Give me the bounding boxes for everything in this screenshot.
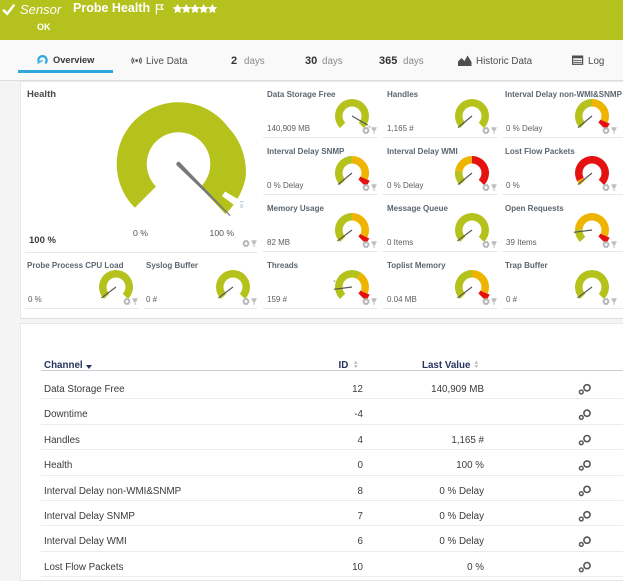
svg-text:x: x (240, 201, 244, 210)
